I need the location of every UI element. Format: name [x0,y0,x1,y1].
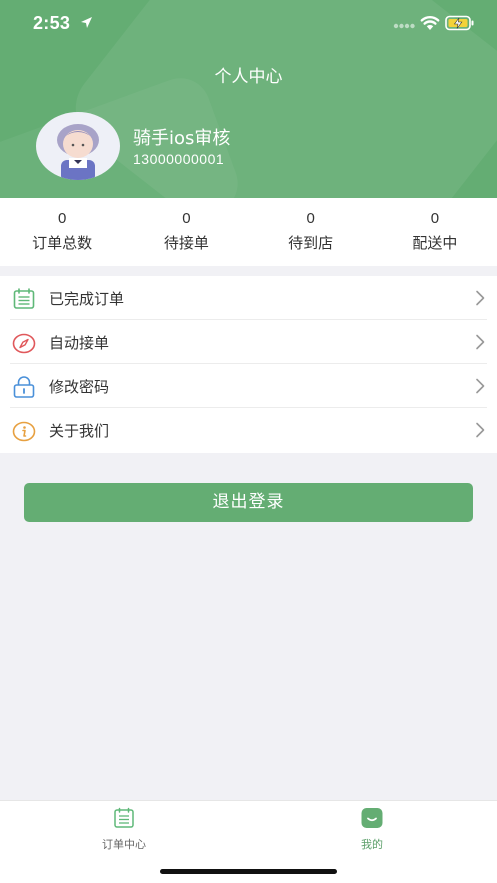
order-stats: 0 订单总数 0 待接单 0 待到店 0 配送中 [0,198,497,266]
menu-item-change-password[interactable]: 修改密码 [10,364,487,408]
chevron-right-icon [476,334,485,350]
menu-item-about-us[interactable]: 关于我们 [10,408,487,452]
compass-icon [12,333,36,354]
lock-icon [13,376,35,398]
stat-pending-accept[interactable]: 0 待接单 [124,198,248,266]
location-arrow-icon [81,17,92,28]
wifi-icon [420,16,440,30]
avatar[interactable] [36,112,120,180]
menu-item-label: 修改密码 [49,378,110,396]
menu-item-label: 自动接单 [49,334,110,352]
stat-total-orders[interactable]: 0 订单总数 [0,198,124,266]
user-avatar-illustration [57,124,99,180]
stat-label: 待到店 [288,234,334,252]
calendar-icon [13,288,35,309]
stat-pending-arrival[interactable]: 0 待到店 [249,198,373,266]
chevron-right-icon [476,422,485,438]
stat-label: 配送中 [412,234,458,252]
tab-mine[interactable]: 我的 [248,801,496,861]
chevron-right-icon [476,290,485,306]
menu-item-auto-accept[interactable]: 自动接单 [10,320,487,364]
settings-menu: 已完成订单 自动接单 修改密码 关于我们 [0,276,497,453]
status-bar: 2:53 [0,0,497,48]
user-phone: 13000000001 [133,151,225,167]
logout-button[interactable]: 退出登录 [24,483,473,522]
user-name: 骑手ios审核 [133,128,231,149]
page-title: 个人中心 [214,67,283,87]
tab-order-center[interactable]: 订单中心 [0,801,248,861]
menu-item-completed-orders[interactable]: 已完成订单 [10,276,487,320]
signal-icon [393,23,415,29]
info-icon [12,421,36,442]
profile-icon [361,808,383,828]
menu-item-label: 已完成订单 [49,290,125,308]
stat-value: 0 [182,210,191,227]
stat-value: 0 [57,210,67,227]
chevron-right-icon [476,378,485,394]
stat-delivering[interactable]: 0 配送中 [373,198,497,266]
battery-charging-icon [445,15,474,31]
order-list-icon [114,807,134,828]
tab-label: 我的 [361,838,383,851]
stat-label: 待接单 [163,234,209,252]
stat-label: 订单总数 [32,234,93,252]
stat-value: 0 [430,210,440,227]
tab-label: 订单中心 [102,838,146,851]
profile-header: 2:53 个人中心 骑手ios审核 13000000001 [0,0,497,198]
status-time: 2:53 [33,13,71,33]
menu-item-label: 关于我们 [49,422,110,440]
stat-value: 0 [306,210,315,227]
home-indicator [160,869,337,874]
